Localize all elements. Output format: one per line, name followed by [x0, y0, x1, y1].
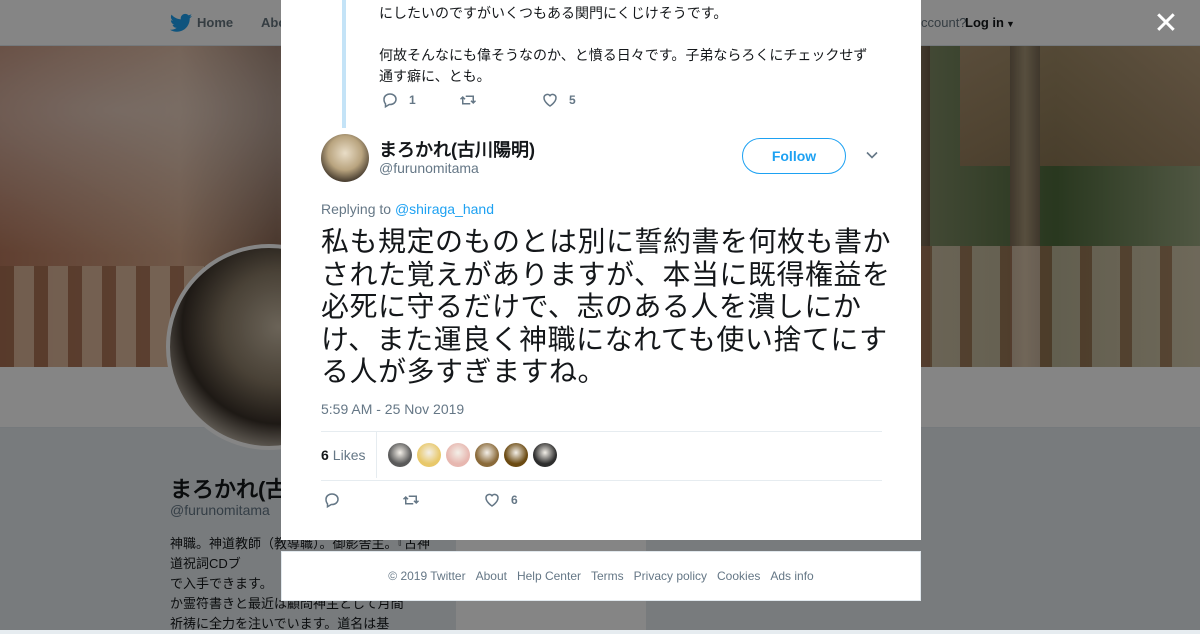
liker-avatar[interactable]	[446, 443, 470, 467]
close-icon[interactable]: ✕	[1152, 9, 1180, 39]
liker-avatar[interactable]	[533, 443, 557, 467]
reply-button[interactable]	[323, 491, 351, 509]
footer-about-link[interactable]: About	[476, 569, 507, 583]
heart-icon	[543, 93, 557, 107]
footer-cookies-link[interactable]: Cookies	[717, 569, 760, 583]
stats-divider	[376, 432, 377, 478]
tweet-stats: 6 Likes	[321, 431, 882, 481]
liker-avatar[interactable]	[388, 443, 412, 467]
likes-stat[interactable]: 6 Likes	[321, 447, 365, 463]
replying-prefix: Replying to	[321, 201, 395, 217]
reply-icon	[325, 493, 339, 509]
reply-button[interactable]: 1	[381, 91, 416, 109]
liker-avatar[interactable]	[504, 443, 528, 467]
parent-tweet-line-1: にしたいのですがいくつもある関門にくじけそうです。	[379, 5, 728, 21]
replying-to-link[interactable]: @shiraga_hand	[395, 201, 494, 217]
reply-count: 1	[409, 93, 416, 107]
footer-privacy-link[interactable]: Privacy policy	[634, 569, 707, 583]
tweet-permalink-modal: にしたいのですがいくつもある関門にくじけそうです。 何故そんなにも偉そうなのか、…	[281, 0, 921, 540]
retweet-icon	[459, 95, 477, 105]
parent-tweet-line-2: 何故そんなにも偉そうなのか、と憤る日々です。子弟ならろくにチェックせず 通す癖に…	[379, 47, 868, 84]
footer-copyright: © 2019 Twitter	[388, 569, 466, 583]
retweet-button[interactable]	[459, 91, 487, 109]
follow-button[interactable]: Follow	[742, 138, 846, 174]
like-button[interactable]: 5	[541, 91, 576, 109]
tweet-text: 私も規定のものとは別に誓約書を何枚も書かされた覚えがありますが、本当に既得権益を…	[321, 226, 892, 387]
likes-number: 6	[321, 447, 329, 463]
tweet-timestamp[interactable]: 5:59 AM - 25 Nov 2019	[321, 401, 464, 417]
like-count: 5	[569, 93, 576, 107]
replying-to: Replying to @shiraga_hand	[321, 201, 494, 217]
likes-label: Likes	[332, 447, 366, 463]
footer-terms-link[interactable]: Terms	[591, 569, 624, 583]
liker-avatar[interactable]	[475, 443, 499, 467]
parent-tweet-text: にしたいのですがいくつもある関門にくじけそうです。 何故そんなにも偉そうなのか、…	[379, 0, 889, 87]
liker-avatar[interactable]	[417, 443, 441, 467]
chevron-down-icon[interactable]	[865, 148, 879, 162]
reply-icon	[383, 93, 397, 109]
likers-avatar-list	[388, 443, 562, 467]
retweet-button[interactable]	[402, 491, 430, 509]
heart-icon	[485, 493, 499, 507]
like-button[interactable]: 6	[483, 491, 518, 509]
author-avatar[interactable]	[321, 134, 369, 182]
author-name[interactable]: まろかれ(古川陽明)	[379, 136, 535, 162]
footer-help-link[interactable]: Help Center	[517, 569, 581, 583]
author-handle[interactable]: @furunomitama	[379, 160, 479, 176]
footer-ads-link[interactable]: Ads info	[770, 569, 813, 583]
like-count: 6	[511, 493, 518, 507]
thread-connector-line	[342, 0, 346, 128]
footer-links: © 2019 Twitter About Help Center Terms P…	[281, 551, 921, 601]
retweet-icon	[402, 495, 420, 505]
